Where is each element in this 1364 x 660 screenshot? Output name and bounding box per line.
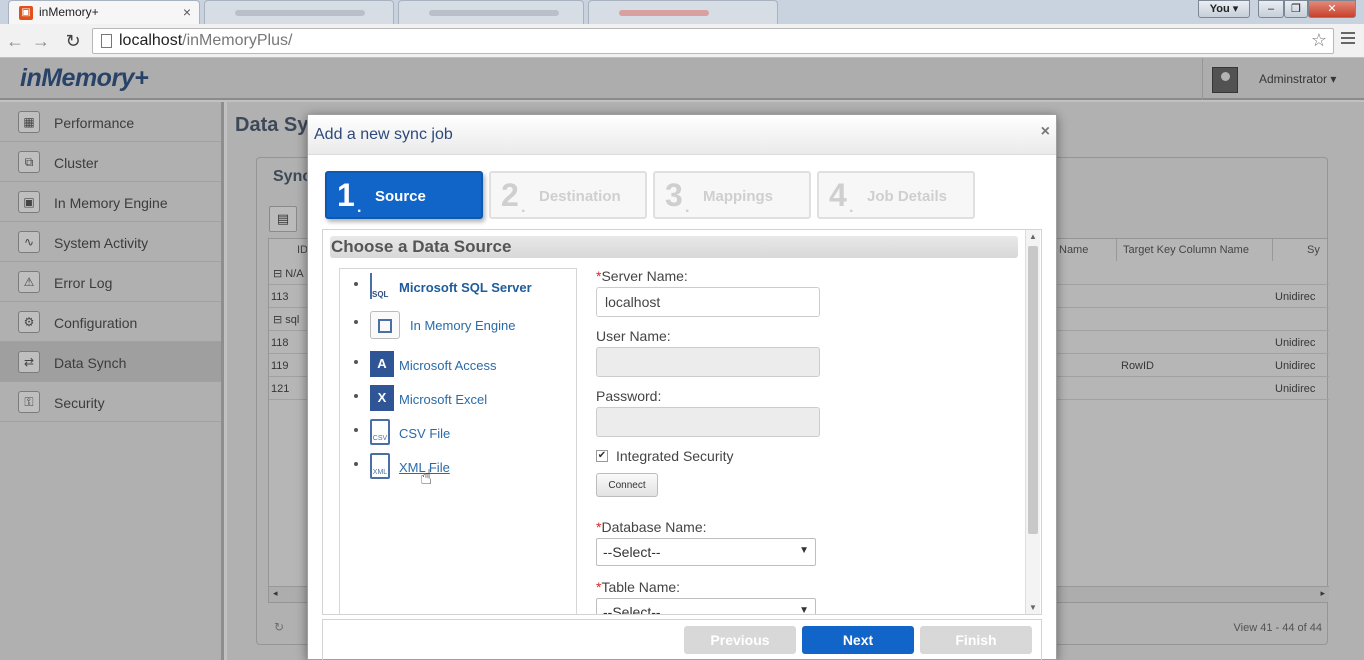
browser-tab-active[interactable]: ▣ inMemory+ × bbox=[8, 0, 200, 24]
server-name-input[interactable] bbox=[596, 287, 820, 317]
browser-tab[interactable] bbox=[588, 0, 778, 24]
password-label: Password: bbox=[596, 388, 662, 404]
source-sql-server[interactable]: SQL Microsoft SQL Server bbox=[354, 273, 554, 301]
tab-title: inMemory+ bbox=[39, 5, 99, 19]
source-label[interactable]: Microsoft SQL Server bbox=[399, 280, 532, 295]
profile-button[interactable]: You ▾ bbox=[1198, 0, 1250, 18]
browser-tab-bar: ▣ inMemory+ × You ▾ – ❐ ✕ bbox=[0, 0, 1364, 24]
scroll-thumb[interactable] bbox=[1028, 246, 1038, 534]
chip-icon bbox=[370, 311, 400, 339]
url-input[interactable]: localhost/inMemoryPlus/ ☆ bbox=[92, 28, 1334, 54]
step-label: Destination bbox=[539, 188, 621, 205]
access-icon: A bbox=[370, 351, 394, 377]
dialog-header: Add a new sync job × bbox=[308, 115, 1056, 155]
csv-file-icon: CSV bbox=[370, 419, 390, 445]
step-number: 2 bbox=[501, 177, 519, 213]
password-input[interactable] bbox=[596, 407, 820, 437]
step-label: Source bbox=[375, 188, 426, 205]
step-label: Job Details bbox=[867, 188, 948, 205]
user-name-input[interactable] bbox=[596, 347, 820, 377]
browser-tab[interactable] bbox=[204, 0, 394, 24]
server-name-label: *Server Name: bbox=[596, 268, 688, 284]
source-xml-file[interactable]: XML XML File bbox=[354, 453, 554, 481]
scroll-down-icon[interactable]: ▼ bbox=[1029, 603, 1037, 612]
wizard-body: Choose a Data Source SQL Microsoft SQL S… bbox=[322, 229, 1042, 615]
step-source[interactable]: 1. Source bbox=[325, 171, 483, 219]
scroll-up-icon[interactable]: ▲ bbox=[1029, 232, 1037, 241]
source-microsoft-excel[interactable]: X Microsoft Excel bbox=[354, 385, 554, 413]
source-label[interactable]: Microsoft Access bbox=[399, 358, 497, 373]
integrated-security-label: Integrated Security bbox=[616, 448, 734, 464]
source-microsoft-access[interactable]: A Microsoft Access bbox=[354, 351, 554, 379]
connect-button[interactable]: Connect bbox=[596, 473, 658, 497]
step-destination[interactable]: 2. Destination bbox=[489, 171, 647, 219]
step-number: 3 bbox=[665, 177, 683, 213]
sql-server-icon: SQL bbox=[370, 273, 394, 299]
user-name-label: User Name: bbox=[596, 328, 671, 344]
hand-cursor-icon: ☝ bbox=[420, 467, 433, 489]
url-text: localhost/inMemoryPlus/ bbox=[119, 32, 293, 49]
database-name-label: *Database Name: bbox=[596, 519, 707, 535]
data-source-list: SQL Microsoft SQL Server In Memory Engin… bbox=[339, 268, 577, 614]
maximize-button[interactable]: ❐ bbox=[1284, 0, 1308, 18]
previous-button[interactable]: Previous bbox=[684, 626, 796, 654]
wizard-footer: Previous Next Finish bbox=[322, 619, 1042, 660]
dropdown-arrow-icon: ▼ bbox=[799, 545, 809, 556]
tab-close-icon[interactable]: × bbox=[183, 4, 191, 20]
step-mappings[interactable]: 3. Mappings bbox=[653, 171, 811, 219]
bookmark-star-icon[interactable]: ☆ bbox=[1311, 30, 1327, 51]
wizard-vertical-scrollbar[interactable]: ▲ ▼ bbox=[1025, 230, 1040, 614]
source-csv-file[interactable]: CSV CSV File bbox=[354, 419, 554, 447]
reload-icon[interactable]: ↻ bbox=[62, 30, 84, 52]
browser-tab[interactable] bbox=[398, 0, 584, 24]
connection-form: *Server Name: User Name: Password: ✔ Int… bbox=[596, 230, 916, 615]
minimize-button[interactable]: – bbox=[1258, 0, 1284, 18]
window-close-button[interactable]: ✕ bbox=[1308, 0, 1356, 18]
address-bar: ← → ↻ localhost/inMemoryPlus/ ☆ bbox=[0, 24, 1364, 58]
step-number: 4 bbox=[829, 177, 847, 213]
table-name-label: *Table Name: bbox=[596, 579, 681, 595]
close-icon[interactable]: × bbox=[1041, 123, 1050, 141]
back-arrow-icon[interactable]: ← bbox=[4, 30, 26, 52]
integrated-security-checkbox[interactable]: ✔ bbox=[596, 450, 608, 462]
finish-button[interactable]: Finish bbox=[920, 626, 1032, 654]
app-favicon-icon: ▣ bbox=[19, 6, 33, 20]
step-job-details[interactable]: 4. Job Details bbox=[817, 171, 975, 219]
browser-menu-icon[interactable] bbox=[1341, 32, 1355, 46]
dropdown-arrow-icon: ▼ bbox=[799, 605, 809, 615]
add-sync-job-dialog: Add a new sync job × 1. Source 2. Destin… bbox=[307, 114, 1057, 660]
step-number: 1 bbox=[337, 177, 355, 213]
database-name-select[interactable]: --Select-- ▼ bbox=[596, 538, 816, 566]
dialog-title: Add a new sync job bbox=[314, 126, 453, 143]
source-label[interactable]: In Memory Engine bbox=[410, 318, 516, 333]
page-icon bbox=[101, 34, 112, 48]
source-in-memory-engine[interactable]: In Memory Engine bbox=[354, 311, 554, 339]
table-name-select[interactable]: --Select-- ▼ bbox=[596, 598, 816, 615]
step-label: Mappings bbox=[703, 188, 773, 205]
forward-arrow-icon[interactable]: → bbox=[30, 30, 52, 52]
source-label[interactable]: Microsoft Excel bbox=[399, 392, 487, 407]
source-label[interactable]: CSV File bbox=[399, 426, 450, 441]
next-button[interactable]: Next bbox=[802, 626, 914, 654]
xml-file-icon: XML bbox=[370, 453, 390, 479]
excel-icon: X bbox=[370, 385, 394, 411]
